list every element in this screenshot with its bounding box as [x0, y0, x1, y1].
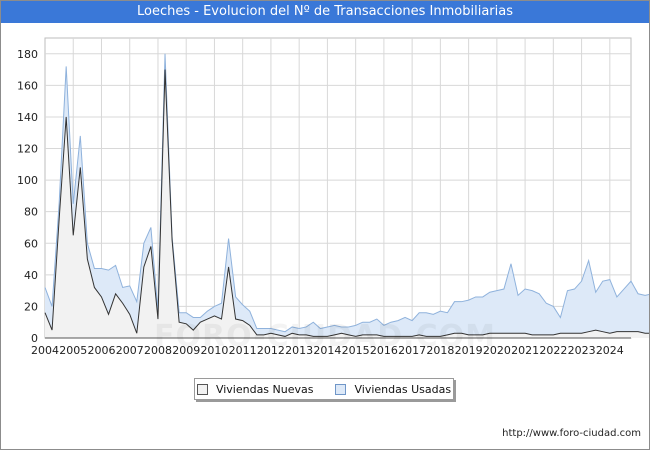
legend-item-nuevas: Viviendas Nuevas: [196, 382, 314, 396]
y-tick-labels: 020406080100120140160180: [17, 48, 38, 345]
y-tick-label: 80: [24, 206, 38, 219]
y-tick-label: 20: [24, 300, 38, 313]
y-tick-label: 120: [17, 143, 38, 156]
watermark: FORO-CIUDAD.COM: [1, 319, 649, 354]
y-tick-label: 180: [17, 48, 38, 61]
legend-swatch-usadas: [335, 383, 347, 395]
y-tick-label: 160: [17, 79, 38, 92]
source-credit: http://www.foro-ciudad.com: [502, 428, 641, 439]
y-tick-label: 100: [17, 174, 38, 187]
y-tick-label: 60: [24, 237, 38, 250]
y-tick-label: 140: [17, 111, 38, 124]
legend-item-usadas: Viviendas Usadas: [335, 383, 451, 396]
legend-label-usadas: Viviendas Usadas: [354, 382, 452, 396]
legend-swatch-nuevas: [196, 383, 208, 395]
y-tick-label: 40: [24, 269, 38, 282]
legend-label-nuevas: Viviendas Nuevas: [215, 382, 314, 396]
legend: Viviendas Nuevas Viviendas Usadas: [194, 378, 454, 400]
chart-frame: Loeches - Evolucion del Nº de Transaccio…: [0, 0, 650, 450]
